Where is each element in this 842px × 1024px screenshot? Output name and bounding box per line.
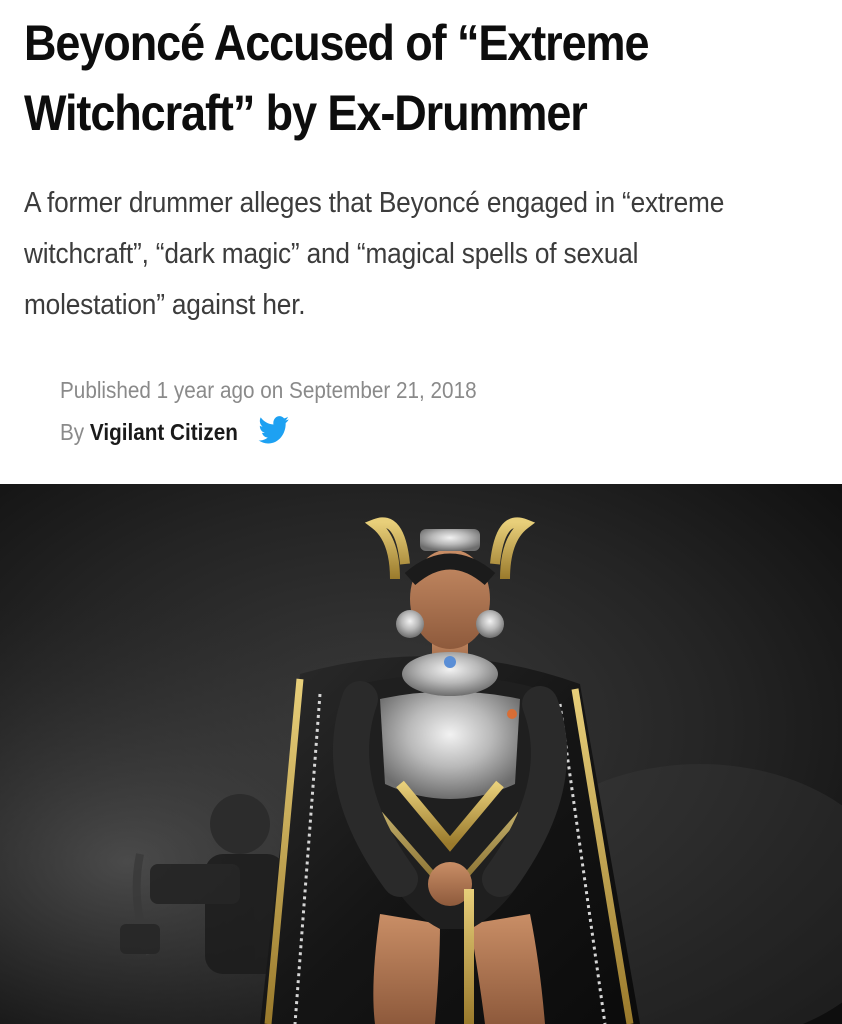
article-excerpt: A former drummer alleges that Beyoncé en… — [24, 178, 820, 331]
performer-photo — [0, 484, 842, 1024]
published-date: Published 1 year ago on September 21, 20… — [60, 377, 477, 403]
twitter-bird-icon[interactable] — [258, 416, 290, 444]
by-label: By — [60, 419, 85, 445]
author-link[interactable]: Vigilant Citizen — [90, 419, 238, 445]
performer-photo-illustration — [0, 484, 842, 1024]
excerpt-line-3: molestation” against her. — [24, 289, 306, 321]
byline: By Vigilant Citizen — [60, 414, 477, 456]
article-meta: Published 1 year ago on September 21, 20… — [60, 372, 477, 456]
article-headline[interactable]: Beyoncé Accused of “Extreme Witchcraft” … — [24, 8, 744, 148]
article-card: Beyoncé Accused of “Extreme Witchcraft” … — [0, 0, 842, 1024]
headline-line-1: Beyoncé Accused of “Extreme — [24, 15, 649, 71]
excerpt-line-2: witchcraft”, “dark magic” and “magical s… — [24, 238, 639, 270]
excerpt-line-1: A former drummer alleges that Beyoncé en… — [24, 187, 725, 219]
headline-line-2: Witchcraft” by Ex-Drummer — [24, 85, 588, 141]
